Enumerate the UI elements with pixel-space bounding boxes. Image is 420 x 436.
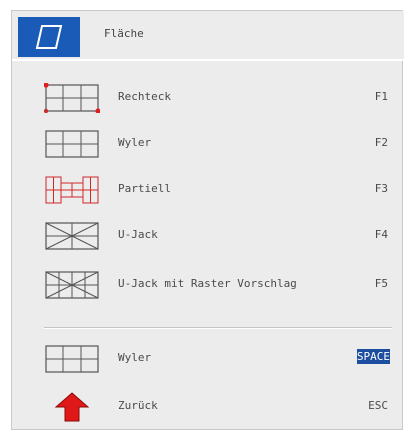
menu-item-label: Rechteck bbox=[118, 90, 171, 103]
menu-panel: Fläche Rechteck F1 Wyler F2 Partiell F3 … bbox=[11, 10, 404, 430]
menu-item-label: Wyler bbox=[118, 351, 152, 364]
arrow-up-red-icon bbox=[44, 392, 100, 422]
menu-item-rechteck[interactable]: Rechteck F1 bbox=[12, 74, 404, 120]
menu-header: Fläche bbox=[12, 11, 404, 61]
shortcut-key-highlighted: SPACE bbox=[356, 349, 390, 364]
shortcut-key: ESC bbox=[368, 399, 388, 412]
menu-item-wyler[interactable]: Wyler F2 bbox=[12, 120, 404, 166]
menu-item-label: Partiell bbox=[118, 182, 171, 195]
shortcut-key: F4 bbox=[374, 228, 388, 241]
grid-icon bbox=[44, 129, 100, 159]
menu-item-partiell[interactable]: Partiell F3 bbox=[12, 166, 404, 212]
menu-item-wyler-space[interactable]: Wyler SPACE bbox=[12, 335, 404, 381]
parallelogram-icon[interactable] bbox=[18, 17, 80, 57]
shortcut-key: F2 bbox=[374, 136, 388, 149]
divider-highlight bbox=[44, 328, 392, 329]
menu-item-label: Wyler bbox=[118, 136, 152, 149]
shortcut-key: F5 bbox=[374, 277, 388, 290]
u-jack-icon bbox=[44, 221, 100, 251]
menu-item-label: Zurück bbox=[118, 399, 158, 412]
menu-item-label: U-Jack mit Raster Vorschlag bbox=[118, 277, 297, 290]
partial-grid-red-icon bbox=[44, 175, 100, 205]
menu-item-u-jack[interactable]: U-Jack F4 bbox=[12, 212, 404, 258]
menu-item-u-jack-raster[interactable]: U-Jack mit Raster Vorschlag F5 bbox=[12, 261, 404, 307]
menu-title: Fläche bbox=[104, 27, 144, 40]
shortcut-key: F1 bbox=[374, 90, 388, 103]
shortcut-key: F3 bbox=[374, 182, 388, 195]
rectangle-grid-corner-points-icon bbox=[43, 82, 101, 114]
menu-item-label: U-Jack bbox=[118, 228, 158, 241]
u-jack-grid-icon bbox=[44, 270, 100, 300]
menu-item-zurueck[interactable]: Zurück ESC bbox=[12, 383, 404, 429]
grid-icon bbox=[44, 344, 100, 374]
